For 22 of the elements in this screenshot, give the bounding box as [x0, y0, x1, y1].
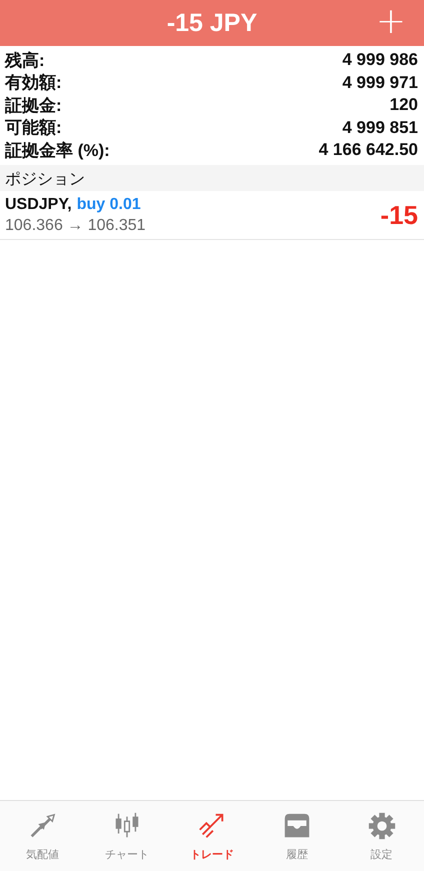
position-prices: 106.366 → 106.351 [5, 216, 146, 234]
position-symbol: USDJPY, [5, 196, 72, 214]
header-title: -15 JPY [166, 8, 258, 38]
summary-value: 4 999 851 [342, 118, 418, 138]
tab-item[interactable]: 設定 [339, 801, 424, 871]
tab-item[interactable]: 気配値 [0, 801, 85, 871]
position-order: buy 0.01 [76, 196, 141, 214]
summary-label: 証拠金率 (%): [5, 140, 110, 162]
summary-value: 120 [390, 95, 418, 116]
tab-item[interactable]: 履歴 [254, 801, 340, 871]
add-button[interactable]: + [368, 2, 414, 42]
summary-label: 残高: [5, 50, 45, 72]
summary-label: 有効額: [5, 72, 62, 94]
summary-value: 4 999 986 [342, 50, 418, 70]
summary-value: 4 999 971 [342, 72, 418, 93]
summary-value: 4 166 642.50 [318, 140, 418, 160]
section-header: ポジション [0, 164, 424, 190]
tab-item[interactable]: チャート [84, 801, 170, 871]
tab-item[interactable]: トレード [170, 801, 254, 871]
position-profit: -15 [380, 200, 418, 230]
summary-label: 可能額: [5, 117, 62, 140]
summary-label: 証拠金: [5, 94, 62, 117]
